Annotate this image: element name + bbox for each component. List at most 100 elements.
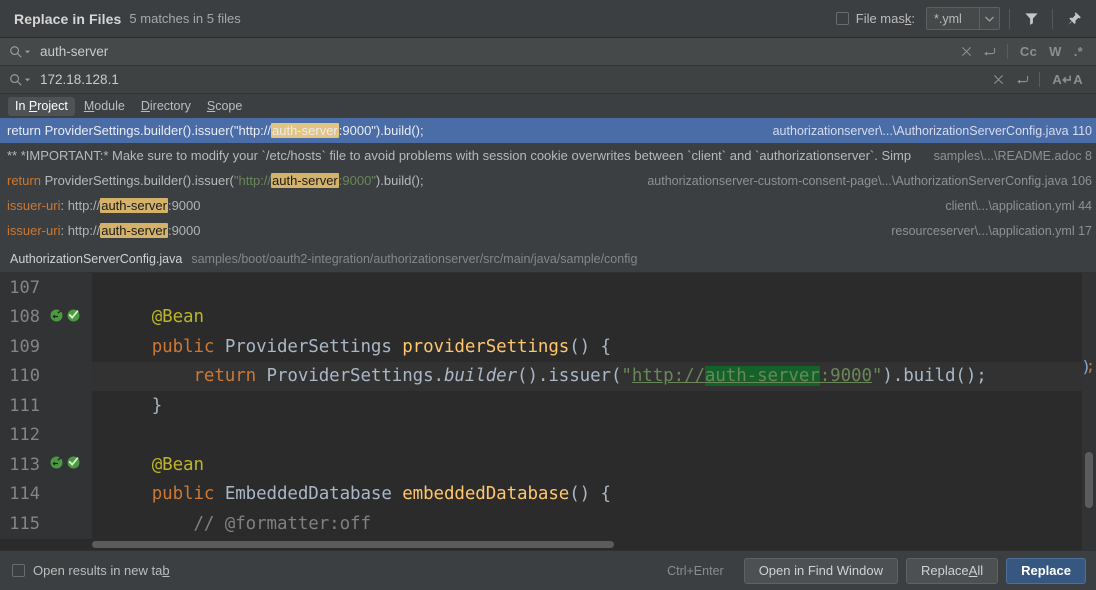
code-line-text: @Bean xyxy=(110,454,204,475)
result-file-path: authorizationserver-custom-consent-page\… xyxy=(647,173,1092,188)
replace-button[interactable]: Replace xyxy=(1006,557,1086,584)
regex-toggle[interactable]: .* xyxy=(1069,44,1088,59)
code-line: 112 xyxy=(0,420,1096,450)
code-line: 111 } xyxy=(0,391,1096,421)
bean-icon[interactable] xyxy=(66,455,81,474)
preview-directory: samples/boot/oauth2-integration/authoriz… xyxy=(191,252,638,266)
result-file-path: client\...\application.yml 44 xyxy=(945,198,1092,213)
find-tools-divider xyxy=(1006,44,1008,59)
code-lines: 107 108 @Bean 109 public ProviderSettings … xyxy=(0,273,1096,539)
result-row[interactable]: return ProviderSettings.builder().issuer… xyxy=(0,168,1096,193)
code-preview[interactable]: 107 108 @Bean 109 public ProviderSettings … xyxy=(0,273,1096,550)
code-line-text: @Bean xyxy=(110,307,204,328)
line-number: 115 xyxy=(9,513,40,534)
code-gutter[interactable]: 112 xyxy=(0,420,92,450)
replace-tools: A↵A xyxy=(988,70,1088,90)
open-in-find-window-button[interactable]: Open in Find Window xyxy=(743,557,898,584)
search-icon[interactable] xyxy=(9,45,31,59)
file-mask-checkbox[interactable] xyxy=(835,12,849,25)
code-gutter[interactable]: 107 xyxy=(0,273,92,303)
match-count-label: 5 matches in 5 files xyxy=(129,11,241,26)
result-text: issuer-uri: http://auth-server:9000 xyxy=(7,223,201,238)
dialog-titlebar: Replace in Files 5 matches in 5 files Fi… xyxy=(0,0,1096,38)
result-row[interactable]: return ProviderSettings.builder().issuer… xyxy=(0,118,1096,143)
scope-tab-in-project[interactable]: In Project xyxy=(8,96,75,116)
match-case-toggle[interactable]: Cc xyxy=(1015,44,1042,59)
history-icon[interactable] xyxy=(979,42,1000,62)
replace-in-files-dialog: Replace in Files 5 matches in 5 files Fi… xyxy=(0,0,1096,590)
vertical-scrollbar[interactable] xyxy=(1085,452,1093,508)
code-line: 114 public EmbeddedDatabase embeddedData… xyxy=(0,479,1096,509)
scope-tab-directory[interactable]: Directory xyxy=(134,97,198,116)
code-gutter[interactable]: 111 xyxy=(0,391,92,421)
replace-history-icon[interactable] xyxy=(1011,70,1032,90)
titlebar-divider-2 xyxy=(1052,8,1053,29)
result-text: issuer-uri: http://auth-server:9000 xyxy=(7,198,201,213)
code-gutter[interactable]: 115 xyxy=(0,509,92,539)
code-line-text: } xyxy=(110,395,163,416)
code-gutter[interactable]: 108 xyxy=(0,302,92,332)
replace-tools-divider xyxy=(1039,72,1041,87)
code-gutter[interactable]: 110 xyxy=(0,361,92,391)
scope-tabs: In Project Module Directory Scope xyxy=(0,94,1096,118)
clear-icon[interactable] xyxy=(956,42,977,62)
result-row[interactable]: ** *IMPORTANT:* Make sure to modify your… xyxy=(0,143,1096,168)
file-mask-value: *.yml xyxy=(934,11,962,26)
replace-all-button[interactable]: Replace All xyxy=(905,557,999,584)
shortcut-hint: Ctrl+Enter xyxy=(667,563,724,578)
stripe-marker-icon: ; xyxy=(1085,357,1095,375)
replace-field-row[interactable]: 172.18.128.1 A↵A xyxy=(0,66,1096,94)
find-field-row[interactable]: auth-server Cc W .* xyxy=(0,38,1096,66)
pin-icon[interactable] xyxy=(1062,7,1086,31)
open-results-label: Open results in new tab xyxy=(33,563,170,578)
bean-icon[interactable] xyxy=(66,308,81,327)
scope-tab-scope[interactable]: Scope xyxy=(200,97,249,116)
replace-search-icon[interactable] xyxy=(9,73,31,87)
file-mask-label: File mask: xyxy=(855,11,915,26)
code-line: 113 @Bean xyxy=(0,450,1096,480)
code-line: 108 @Bean xyxy=(0,302,1096,332)
search-input[interactable]: auth-server xyxy=(40,44,956,59)
scope-tab-module[interactable]: Module xyxy=(77,97,132,116)
file-mask-combobox[interactable]: *.yml xyxy=(926,7,1000,30)
result-row[interactable]: issuer-uri: http://auth-server:9000 clien… xyxy=(0,193,1096,218)
open-results-checkbox[interactable] xyxy=(12,564,25,577)
code-error-stripe[interactable] xyxy=(1082,273,1096,550)
code-line: 107 xyxy=(0,273,1096,303)
result-file-path: samples\...\README.adoc 8 xyxy=(933,148,1092,163)
replace-clear-icon[interactable] xyxy=(988,70,1009,90)
result-text: return ProviderSettings.builder().issuer… xyxy=(7,123,424,138)
line-number: 113 xyxy=(9,454,40,475)
results-list[interactable]: return ProviderSettings.builder().issuer… xyxy=(0,118,1096,246)
horizontal-scrollbar[interactable] xyxy=(92,541,614,548)
result-row[interactable]: issuer-uri: http://auth-server:9000 resou… xyxy=(0,218,1096,243)
gutter-icons xyxy=(49,308,81,327)
chevron-down-icon[interactable] xyxy=(979,8,999,29)
result-file-path: authorizationserver\...\AuthorizationSer… xyxy=(772,123,1092,138)
code-gutter[interactable]: 113 xyxy=(0,450,92,480)
replace-input[interactable]: 172.18.128.1 xyxy=(40,72,988,87)
code-line-text: // @formatter:off xyxy=(110,513,371,534)
bean-override-icon[interactable] xyxy=(49,308,64,327)
line-number: 114 xyxy=(9,484,40,505)
dialog-bottom-bar: Open results in new tab Ctrl+Enter Open … xyxy=(0,550,1096,590)
dialog-title: Replace in Files xyxy=(14,10,122,27)
titlebar-divider xyxy=(1009,8,1010,29)
preview-breadcrumb: AuthorizationServerConfig.java samples/b… xyxy=(0,246,1096,273)
line-number: 107 xyxy=(9,277,40,298)
code-gutter[interactable]: 114 xyxy=(0,479,92,509)
line-number: 112 xyxy=(9,425,40,446)
code-gutter[interactable]: 109 xyxy=(0,332,92,362)
open-results-group[interactable]: Open results in new tab xyxy=(12,563,170,578)
preserve-case-toggle[interactable]: A↵A xyxy=(1047,72,1088,88)
filter-icon[interactable] xyxy=(1019,7,1043,31)
file-mask-group: File mask: *.yml xyxy=(835,7,1000,30)
code-line-text: return ProviderSettings. builder ().issuer… xyxy=(92,361,1096,391)
whole-words-toggle[interactable]: W xyxy=(1044,44,1067,59)
result-text: return ProviderSettings.builder().issuer… xyxy=(7,173,424,188)
line-number: 111 xyxy=(9,395,40,416)
result-text: ** *IMPORTANT:* Make sure to modify your… xyxy=(7,148,912,163)
line-number: 109 xyxy=(9,336,40,357)
line-number: 110 xyxy=(9,366,40,387)
bean-override-icon[interactable] xyxy=(49,455,64,474)
